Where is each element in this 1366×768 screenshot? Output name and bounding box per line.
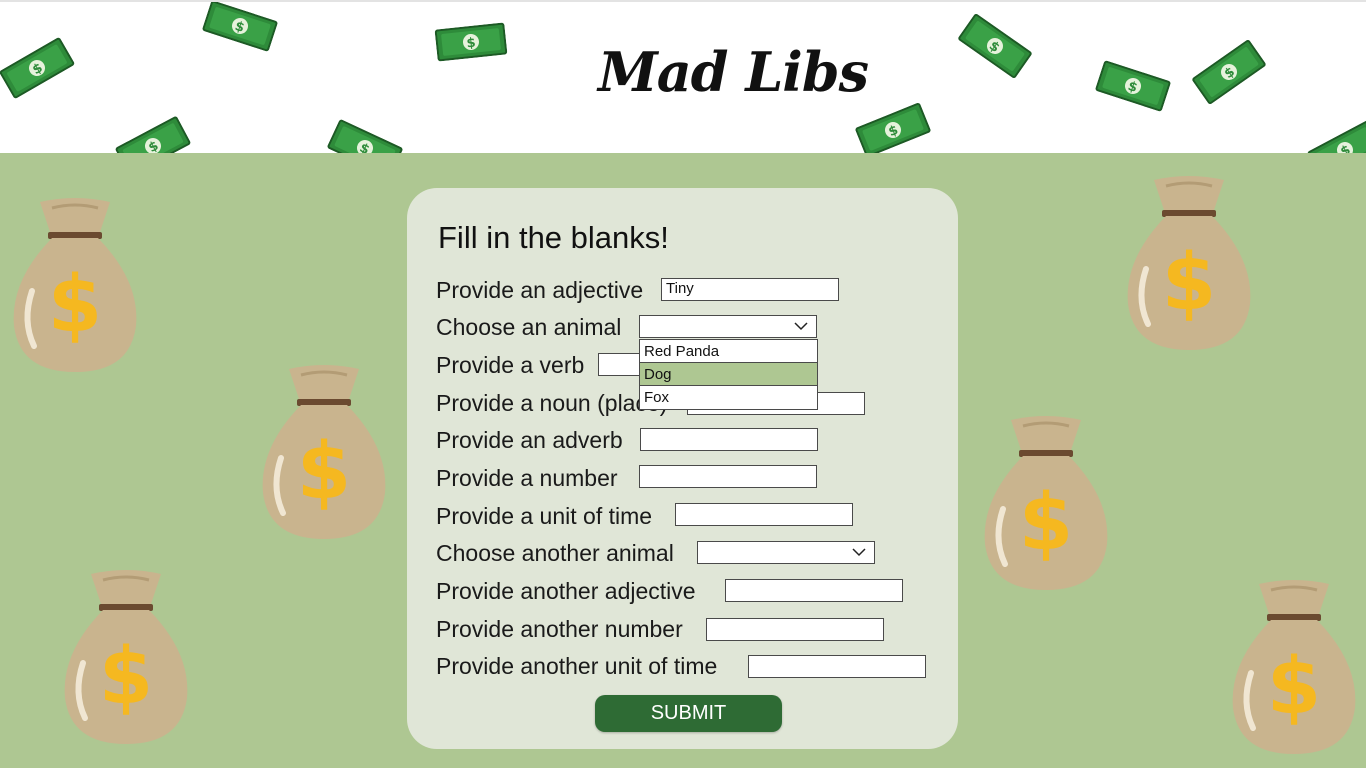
animal-dropdown-list: Red Panda Dog Fox bbox=[639, 339, 818, 410]
money-bill-icon bbox=[855, 102, 932, 153]
animal-label: Choose an animal bbox=[436, 314, 622, 340]
adjective-label: Provide an adjective bbox=[436, 277, 644, 303]
another-animal-label: Choose another animal bbox=[436, 540, 674, 566]
money-bill-icon bbox=[1307, 119, 1366, 153]
animal-option-dog[interactable]: Dog bbox=[640, 363, 817, 386]
another-unit-of-time-label: Provide another unit of time bbox=[436, 653, 718, 679]
form-heading: Fill in the blanks! bbox=[438, 220, 669, 255]
submit-button[interactable]: SUBMIT bbox=[595, 695, 782, 732]
form-card: Fill in the blanks! Provide an adjective… bbox=[407, 188, 958, 749]
site-title: Mad Libs bbox=[598, 40, 869, 104]
noun-place-label: Provide a noun (place) bbox=[436, 390, 668, 416]
money-bag-icon bbox=[63, 568, 189, 746]
unit-of-time-input[interactable] bbox=[675, 503, 853, 526]
unit-of-time-label: Provide a unit of time bbox=[436, 503, 653, 529]
another-unit-of-time-input[interactable] bbox=[748, 655, 926, 678]
money-bag-icon bbox=[12, 196, 138, 374]
another-animal-select[interactable] bbox=[697, 541, 875, 564]
another-adjective-input[interactable] bbox=[725, 579, 903, 602]
money-bill-icon bbox=[327, 119, 404, 153]
adjective-input[interactable]: Tiny bbox=[661, 278, 839, 301]
chevron-down-icon bbox=[794, 322, 808, 331]
chevron-down-icon bbox=[852, 548, 866, 557]
header: $ $ Mad Libs bbox=[0, 0, 1366, 153]
animal-option-fox[interactable]: Fox bbox=[640, 386, 817, 409]
another-number-label: Provide another number bbox=[436, 616, 683, 642]
animal-select[interactable] bbox=[639, 315, 817, 338]
number-input[interactable] bbox=[639, 465, 817, 488]
adverb-input[interactable] bbox=[640, 428, 818, 451]
number-label: Provide a number bbox=[436, 465, 618, 491]
animal-option-red-panda[interactable]: Red Panda bbox=[640, 340, 817, 363]
another-adjective-label: Provide another adjective bbox=[436, 578, 696, 604]
verb-label: Provide a verb bbox=[436, 352, 585, 378]
money-bag-icon bbox=[1231, 578, 1357, 756]
money-bag-icon bbox=[983, 414, 1109, 592]
money-bag-icon bbox=[1126, 174, 1252, 352]
money-bill-icon bbox=[115, 115, 192, 153]
another-number-input[interactable] bbox=[706, 618, 884, 641]
adverb-label: Provide an adverb bbox=[436, 427, 623, 453]
money-bag-icon bbox=[261, 363, 387, 541]
